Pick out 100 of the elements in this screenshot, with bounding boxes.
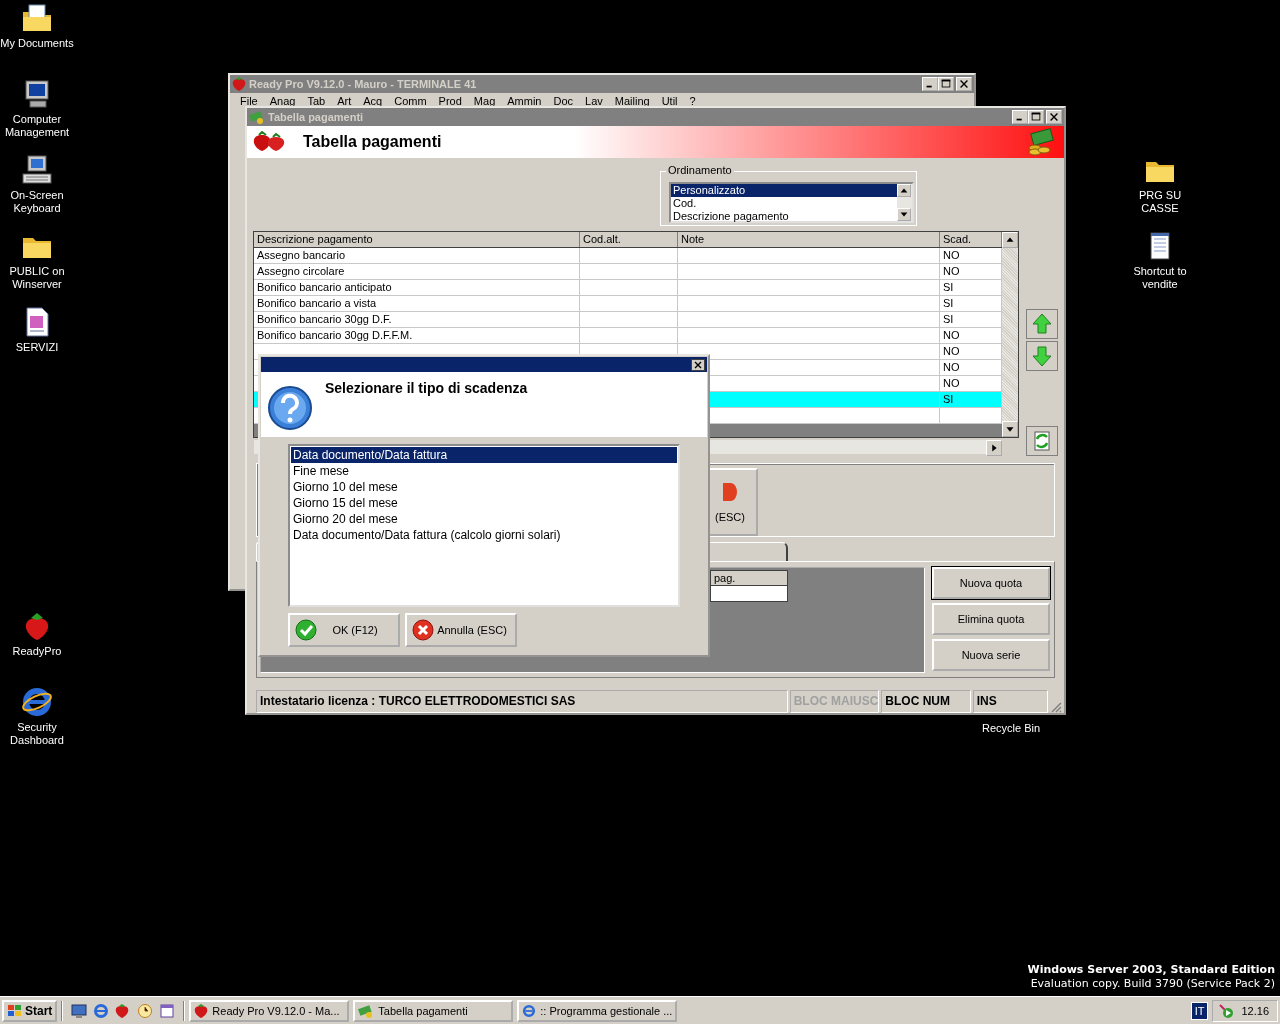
clock: 12.16 — [1241, 1004, 1269, 1017]
menu-item[interactable]: Ammin — [501, 93, 548, 107]
menu-item[interactable]: Mailing — [608, 93, 656, 107]
column-header[interactable]: Note — [678, 232, 940, 247]
move-up-button[interactable] — [1026, 309, 1058, 339]
table-cell: SI — [943, 281, 954, 293]
desktop-icon-label[interactable]: My Documents — [0, 37, 74, 50]
menu-item[interactable]: Acq — [357, 93, 389, 107]
group-label: Ordinamento — [666, 164, 734, 176]
quota-button[interactable]: Elimina quota — [932, 603, 1050, 635]
scroll-down-button[interactable] — [1002, 421, 1018, 437]
menu-item[interactable]: Prod — [432, 93, 468, 107]
column-header[interactable]: Cod.alt. — [580, 232, 678, 247]
list-item[interactable]: Giorno 10 del mese — [291, 479, 677, 495]
browser-icon — [522, 1002, 537, 1019]
desktop-icon-label[interactable]: PRG SU CASSE — [1123, 189, 1197, 215]
network-icon[interactable] — [1217, 1002, 1236, 1019]
taskbar-button[interactable]: Tabella pagamenti — [353, 999, 514, 1022]
build-text: Evaluation copy. Build 3790 (Service Pack 2) — [1029, 977, 1275, 991]
question-icon — [267, 385, 313, 431]
menu-item[interactable]: Mag — [467, 93, 502, 107]
desktop-icon-label[interactable]: PUBLIC on Winserver — [0, 265, 74, 291]
desktop-icon-label[interactable]: ReadyPro — [12, 645, 62, 658]
menu-item[interactable]: ? — [683, 93, 702, 107]
ordering-list[interactable]: Personalizzato Cod. Descrizione pagamento — [669, 182, 914, 223]
cancel-button[interactable]: Annulla (ESC) — [405, 613, 517, 647]
menu-item[interactable]: Tab — [301, 93, 332, 107]
scroll-up-button[interactable] — [897, 184, 911, 197]
menu-item[interactable]: Comm — [388, 93, 433, 107]
list-item[interactable]: Data documento/Data fattura (calcolo giorni solari) — [291, 527, 677, 543]
menu-item[interactable]: Anag — [263, 93, 302, 107]
list-item[interactable]: Giorno 20 del mese — [291, 511, 677, 527]
table-cell: SI — [943, 297, 954, 309]
keyboard-icon[interactable] — [21, 154, 53, 186]
list-item[interactable]: Personalizzato — [671, 184, 897, 197]
folder-icon[interactable] — [21, 2, 53, 34]
list-item[interactable]: Cod. — [671, 197, 897, 210]
start-button[interactable]: Start — [2, 999, 58, 1022]
list-item[interactable]: Fine mese — [291, 463, 677, 479]
list-item[interactable]: Descrizione pagamento — [671, 210, 897, 223]
column-header[interactable]: pag. — [710, 570, 788, 586]
option-list[interactable]: Data documento/Data fattura Fine mese Giorno 10 del mese Giorno 15 del mese Giorno 20 del mese Data documento/Data fattura (calcolo giorni solari) — [288, 444, 680, 607]
taskbar-button[interactable]: Ready Pro V9.12.0 - Ma... — [189, 999, 350, 1022]
menu-item[interactable]: Lav — [579, 93, 609, 107]
table-cell: Bonifico bancario a vista — [257, 297, 377, 309]
menu-item[interactable]: Util — [655, 93, 684, 107]
quota-button[interactable]: Nuova serie — [932, 639, 1050, 671]
table-cell: SI — [943, 313, 954, 325]
list-item[interactable]: Data documento/Data fattura — [291, 447, 677, 463]
menu-item[interactable]: Art — [331, 93, 358, 107]
money-icon — [358, 1002, 375, 1019]
desktop-icon[interactable] — [71, 1002, 88, 1019]
desktop-icon-label[interactable]: Shortcut to vendite — [1123, 265, 1197, 291]
language-indicator[interactable]: IT — [1190, 1001, 1209, 1020]
strawberry-icon — [194, 1002, 209, 1019]
list-item[interactable]: Giorno 15 del mese — [291, 495, 677, 511]
table-cell: NO — [943, 361, 960, 373]
table-cell: Bonifico bancario anticipato — [257, 281, 392, 293]
quota-button[interactable]: Nuova quota — [932, 567, 1050, 599]
windows-logo-icon — [7, 1003, 23, 1018]
header-title: Tabella pagamenti — [303, 133, 443, 151]
menu-item[interactable]: Doc — [547, 93, 580, 107]
table-cell: NO — [943, 377, 960, 389]
column-header[interactable]: Descrizione pagamento — [254, 232, 580, 247]
table-cell: Assegno bancario — [257, 249, 346, 261]
desktop-icon-label[interactable]: Computer Management — [0, 113, 74, 139]
table-row[interactable] — [710, 586, 788, 602]
check-icon — [295, 619, 317, 641]
edition-text: Windows Server 2003, Standard Edition — [1027, 963, 1275, 977]
key-indicator: BLOC NUM — [881, 690, 971, 713]
move-down-button[interactable] — [1026, 341, 1058, 371]
scroll-right-button[interactable] — [986, 440, 1002, 456]
browser-icon[interactable] — [21, 686, 53, 718]
menu-item[interactable]: File — [234, 93, 264, 107]
window-title: Ready Pro V9.12.0 - Mauro - TERMINALE 41 — [249, 78, 477, 90]
money-icon — [1026, 128, 1056, 156]
scroll-up-button[interactable] — [1002, 232, 1018, 248]
vertical-scrollbar[interactable] — [1002, 232, 1018, 437]
window-title: Tabella pagamenti — [268, 111, 364, 123]
money-icon — [249, 109, 265, 125]
ok-button[interactable]: OK (F12) — [288, 613, 400, 647]
desktop-icon-label[interactable]: Recycle Bin — [982, 722, 1041, 734]
table-cell: Assegno circolare — [257, 265, 345, 277]
desktop-icon-label[interactable]: SERVIZI — [15, 341, 59, 354]
resize-grip — [1050, 701, 1062, 713]
key-indicator: INS — [972, 690, 1049, 713]
desktop-icon-label[interactable]: Security Dashboard — [0, 721, 74, 747]
table-cell: SI — [943, 393, 954, 405]
license-text: Intestatario licenza : TURCO ELETTRODOMESTICI SAS — [256, 690, 788, 713]
table-cell: Bonifico bancario 30gg D.F. — [257, 313, 392, 325]
refresh-button[interactable] — [1026, 426, 1058, 456]
clock-icon[interactable] — [137, 1002, 154, 1019]
strawberry-icon — [232, 76, 246, 92]
table-cell: Bonifico bancario 30gg D.F.F.M. — [257, 329, 413, 341]
table-cell: NO — [943, 329, 960, 341]
window-icon[interactable] — [159, 1002, 176, 1019]
scroll-down-button[interactable] — [897, 208, 911, 221]
close-button[interactable] — [691, 358, 705, 371]
desktop-icon-label[interactable]: On-Screen Keyboard — [0, 189, 74, 215]
taskbar-button[interactable]: :: Programma gestionale ... — [517, 999, 678, 1022]
